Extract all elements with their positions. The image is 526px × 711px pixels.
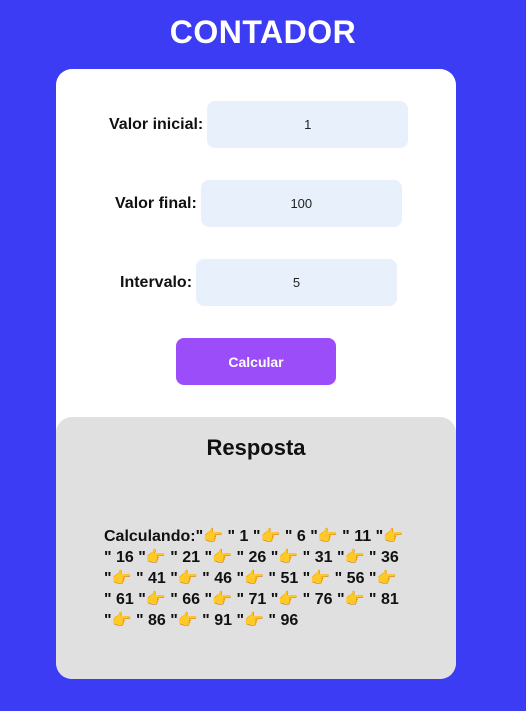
result-title: Resposta — [206, 435, 306, 460]
start-value-label: Valor inicial: — [109, 115, 204, 133]
end-value-label: Valor final: — [115, 194, 197, 212]
start-value-input[interactable] — [207, 101, 409, 148]
result-text: Calculando:"👉 " 1 "👉 " 6 "👉 " 11 "👉 " 16… — [104, 528, 404, 629]
end-value-input[interactable] — [200, 180, 402, 227]
counter-card: Valor inicial: Valor final: Intervalo: C… — [56, 69, 456, 679]
calculate-button[interactable]: Calcular — [176, 338, 336, 385]
step-value-label: Intervalo: — [120, 273, 193, 291]
step-value-input[interactable] — [196, 259, 398, 306]
result-panel: Resposta Calculando:"👉 " 1 "👉 " 6 "👉 " 1… — [56, 417, 456, 679]
page: CONTADOR Valor inicial: Valor final: Int… — [0, 0, 526, 711]
start-value-row: Valor inicial: — [109, 101, 409, 148]
end-value-row: Valor final: — [115, 180, 402, 227]
page-title: CONTADOR — [169, 14, 357, 50]
step-value-row: Intervalo: — [120, 259, 398, 306]
